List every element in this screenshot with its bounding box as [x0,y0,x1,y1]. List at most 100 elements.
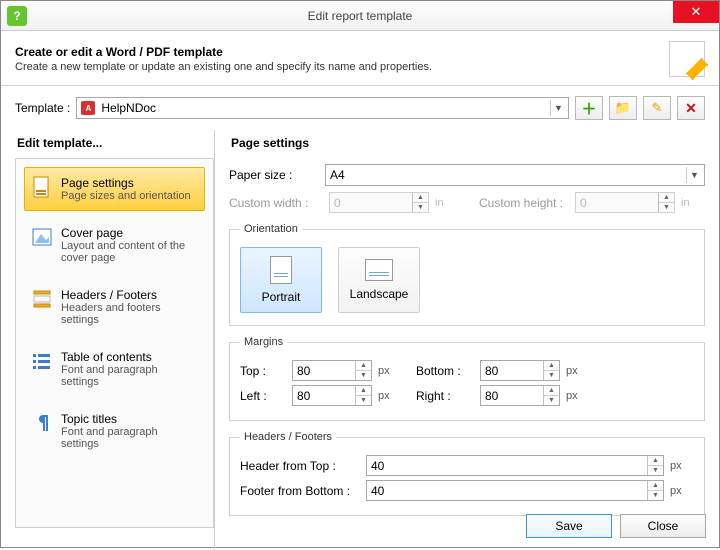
nav-item-sub: Font and paragraph settings [61,364,198,388]
plus-icon: ＋ [581,98,596,119]
orientation-legend: Orientation [240,223,302,235]
edit-template-header: Edit template... [15,130,214,158]
nav-cover-page[interactable]: Cover page Layout and content of the cov… [24,217,205,273]
image-icon [31,226,53,248]
header-title: Create or edit a Word / PDF template [15,45,661,59]
spinner-arrows-icon: ▲▼ [355,386,371,405]
margin-left-value: 80 [297,389,310,403]
custom-size-row: Custom width : 0 ▲▼ in Custom height : 0… [229,192,705,213]
paper-size-value: A4 [330,168,345,182]
margin-left-label: Left : [240,389,292,403]
footer-from-bottom-input[interactable]: 40 ▲▼ [366,480,664,501]
folder-icon: 📁 [615,100,631,116]
edit-template-button[interactable]: ✎ [643,96,671,120]
nav-headers-footers[interactable]: Headers / Footers Headers and footers se… [24,279,205,335]
paper-size-row: Paper size : A4 ▼ [229,164,705,186]
header-from-top-input[interactable]: 40 ▲▼ [366,455,664,476]
unit-px: px [378,365,396,377]
page-settings-header: Page settings [229,130,705,158]
close-button-label: Close [648,519,679,533]
nav-item-title: Headers / Footers [61,288,198,302]
paper-size-select[interactable]: A4 ▼ [325,164,705,186]
header-from-top-label: Header from Top : [240,459,366,473]
template-select[interactable]: A HelpNDoc ▼ [76,97,569,119]
orientation-landscape-label: Landscape [350,287,409,301]
custom-height-value: 0 [580,196,587,210]
nav-item-title: Topic titles [61,412,198,426]
description-header: Create or edit a Word / PDF template Cre… [1,31,719,86]
margins-group: Margins Top : 80 ▲▼ px Bottom : 80 ▲▼ px… [229,336,705,421]
margins-legend: Margins [240,336,287,348]
spinner-arrows-icon: ▲▼ [412,193,428,212]
margin-top-label: Top : [240,364,292,378]
chevron-down-icon: ▼ [550,100,566,116]
spinner-arrows-icon: ▲▼ [355,361,371,380]
nav-item-sub: Font and paragraph settings [61,426,198,450]
save-button[interactable]: Save [526,514,612,538]
nav-topic-titles[interactable]: Topic titles Font and paragraph settings [24,403,205,459]
footer-from-bottom-value: 40 [371,484,384,498]
chevron-down-icon: ▼ [686,167,702,183]
delete-template-button[interactable]: ✕ [677,96,705,120]
nav-panel: Page settings Page sizes and orientation… [15,158,214,528]
page-icon [31,176,53,198]
template-select-value: HelpNDoc [101,101,156,115]
nav-item-title: Page settings [61,176,191,190]
unit-px: px [378,390,396,402]
header-subtitle: Create a new template or update an exist… [15,61,661,73]
main-area: Edit template... Page settings Page size… [1,130,719,550]
margin-left-input[interactable]: 80 ▲▼ [292,385,372,406]
spinner-arrows-icon: ▲▼ [658,193,674,212]
unit-in: in [681,197,699,209]
margin-bottom-input[interactable]: 80 ▲▼ [480,360,560,381]
nav-item-sub: Layout and content of the cover page [61,240,198,264]
delete-icon: ✕ [685,100,697,117]
custom-width-value: 0 [334,196,341,210]
orientation-group: Orientation Portrait Landscape [229,223,705,326]
nav-table-of-contents[interactable]: Table of contents Font and paragraph set… [24,341,205,397]
margin-bottom-value: 80 [485,364,498,378]
margin-right-label: Right : [416,389,480,403]
margin-top-input[interactable]: 80 ▲▼ [292,360,372,381]
footer-from-bottom-label: Footer from Bottom : [240,484,366,498]
headers-footers-group: Headers / Footers Header from Top : 40 ▲… [229,431,705,516]
window-title: Edit report template [1,9,719,23]
open-template-button[interactable]: 📁 [609,96,637,120]
pdf-icon: A [81,101,95,115]
custom-width-input: 0 ▲▼ [329,192,429,213]
spinner-arrows-icon: ▲▼ [647,456,663,475]
save-button-label: Save [555,519,582,533]
unit-in: in [435,197,453,209]
nav-item-sub: Headers and footers settings [61,302,198,326]
nav-item-title: Cover page [61,226,198,240]
spinner-arrows-icon: ▲▼ [647,481,663,500]
header-from-top-value: 40 [371,459,384,473]
window-close-button[interactable]: ✕ [673,1,719,23]
orientation-portrait-label: Portrait [262,290,301,304]
margin-bottom-label: Bottom : [416,364,480,378]
nav-page-settings[interactable]: Page settings Page sizes and orientation [24,167,205,211]
orientation-landscape[interactable]: Landscape [338,247,420,313]
paragraph-icon [31,412,53,434]
margin-top-value: 80 [297,364,310,378]
custom-width-label: Custom width : [229,196,329,210]
custom-height-input: 0 ▲▼ [575,192,675,213]
add-template-button[interactable]: ＋ [575,96,603,120]
spinner-arrows-icon: ▲▼ [543,361,559,380]
header-footer-icon [31,288,53,310]
margin-right-input[interactable]: 80 ▲▼ [480,385,560,406]
unit-px: px [566,390,584,402]
spinner-arrows-icon: ▲▼ [543,386,559,405]
landscape-icon [365,259,393,281]
orientation-portrait[interactable]: Portrait [240,247,322,313]
right-column: Page settings Paper size : A4 ▼ Custom w… [214,130,719,550]
close-button[interactable]: Close [620,514,706,538]
edit-template-icon [669,41,705,77]
titlebar: ? Edit report template ✕ [1,1,719,31]
nav-item-sub: Page sizes and orientation [61,190,191,202]
unit-px: px [670,485,688,497]
unit-px: px [566,365,584,377]
template-label: Template : [15,101,70,115]
portrait-icon [270,256,292,284]
margin-right-value: 80 [485,389,498,403]
